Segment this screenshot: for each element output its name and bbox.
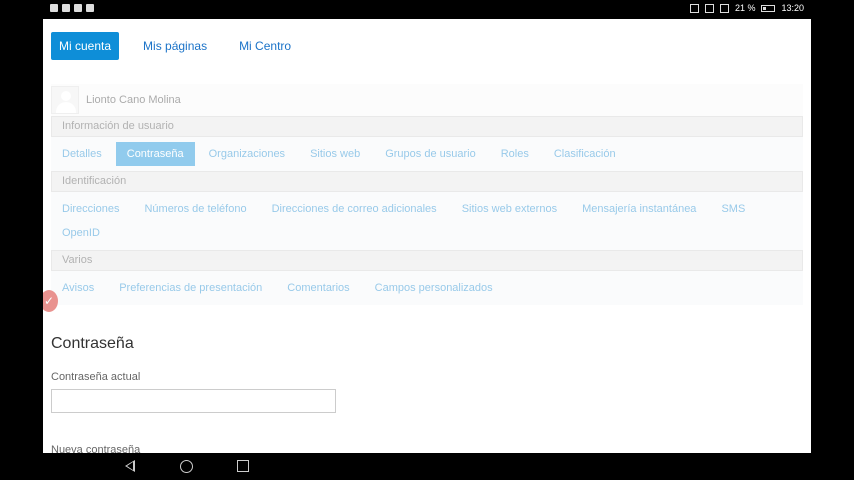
- cast-icon: [689, 3, 699, 13]
- clock: 13:20: [781, 3, 804, 13]
- tabs-user-info: Detalles Contraseña Organizaciones Sitio…: [51, 137, 803, 171]
- account-panel: Lionto Cano Molina Información de usuari…: [51, 84, 803, 305]
- avatar: [51, 86, 79, 114]
- check-marker-icon[interactable]: ✓: [43, 290, 58, 312]
- tab-sms[interactable]: SMS: [710, 197, 756, 221]
- tab-direcciones-correo[interactable]: Direcciones de correo adicionales: [261, 197, 448, 221]
- tab-mensajeria[interactable]: Mensajería instantánea: [571, 197, 707, 221]
- battery-percent: 21 %: [734, 3, 756, 13]
- back-icon[interactable]: [125, 460, 135, 472]
- battery-icon: [761, 4, 776, 12]
- current-password-input[interactable]: [51, 389, 336, 413]
- recent-apps-icon[interactable]: [237, 460, 249, 472]
- form-title: Contraseña: [51, 335, 134, 352]
- user-row: Lionto Cano Molina: [51, 84, 803, 116]
- tab-roles[interactable]: Roles: [490, 142, 540, 166]
- tabs-identification: Direcciones Números de teléfono Direccio…: [51, 192, 803, 250]
- section-header-user-info: Información de usuario: [51, 116, 803, 137]
- tab-campos-personalizados[interactable]: Campos personalizados: [364, 276, 504, 300]
- nav-mis-paginas[interactable]: Mis páginas: [135, 32, 215, 60]
- tab-grupos-de-usuario[interactable]: Grupos de usuario: [374, 142, 487, 166]
- image-icon: [74, 4, 82, 12]
- current-password-label: Contraseña actual: [51, 371, 141, 383]
- tab-comentarios[interactable]: Comentarios: [276, 276, 360, 300]
- cloud-icon: [86, 4, 94, 12]
- top-navigation: Mi cuenta Mis páginas Mi Centro: [51, 32, 315, 60]
- section-header-identification: Identificación: [51, 171, 803, 192]
- tab-openid[interactable]: OpenID: [51, 221, 111, 245]
- tab-detalles[interactable]: Detalles: [51, 142, 113, 166]
- system-navigation-bar: [0, 453, 854, 480]
- tab-sitios-web[interactable]: Sitios web: [299, 142, 371, 166]
- tab-direcciones[interactable]: Direcciones: [51, 197, 130, 221]
- tab-preferencias[interactable]: Preferencias de presentación: [108, 276, 273, 300]
- video-icon: [50, 4, 58, 12]
- nav-mi-centro[interactable]: Mi Centro: [231, 32, 299, 60]
- tab-numeros-de-telefono[interactable]: Números de teléfono: [133, 197, 257, 221]
- user-name: Lionto Cano Molina: [86, 94, 181, 106]
- home-icon[interactable]: [180, 460, 193, 473]
- new-password-label: Nueva contraseña: [51, 444, 141, 453]
- wifi-icon: [719, 3, 729, 13]
- tab-contrasena[interactable]: Contraseña: [115, 142, 195, 166]
- tab-clasificacion[interactable]: Clasificación: [543, 142, 627, 166]
- tab-organizaciones[interactable]: Organizaciones: [198, 142, 296, 166]
- status-bar: 21 % 13:20: [0, 0, 854, 19]
- tabs-misc: Avisos Preferencias de presentación Come…: [51, 271, 803, 305]
- mail-icon: [62, 4, 70, 12]
- nav-mi-cuenta[interactable]: Mi cuenta: [51, 32, 120, 60]
- section-header-misc: Varios: [51, 250, 803, 271]
- page: Mi cuenta Mis páginas Mi Centro Lionto C…: [43, 19, 811, 453]
- vibrate-icon: [704, 3, 714, 13]
- notification-icons: [50, 4, 94, 12]
- tab-sitios-web-externos[interactable]: Sitios web externos: [451, 197, 568, 221]
- tab-avisos[interactable]: Avisos: [51, 276, 105, 300]
